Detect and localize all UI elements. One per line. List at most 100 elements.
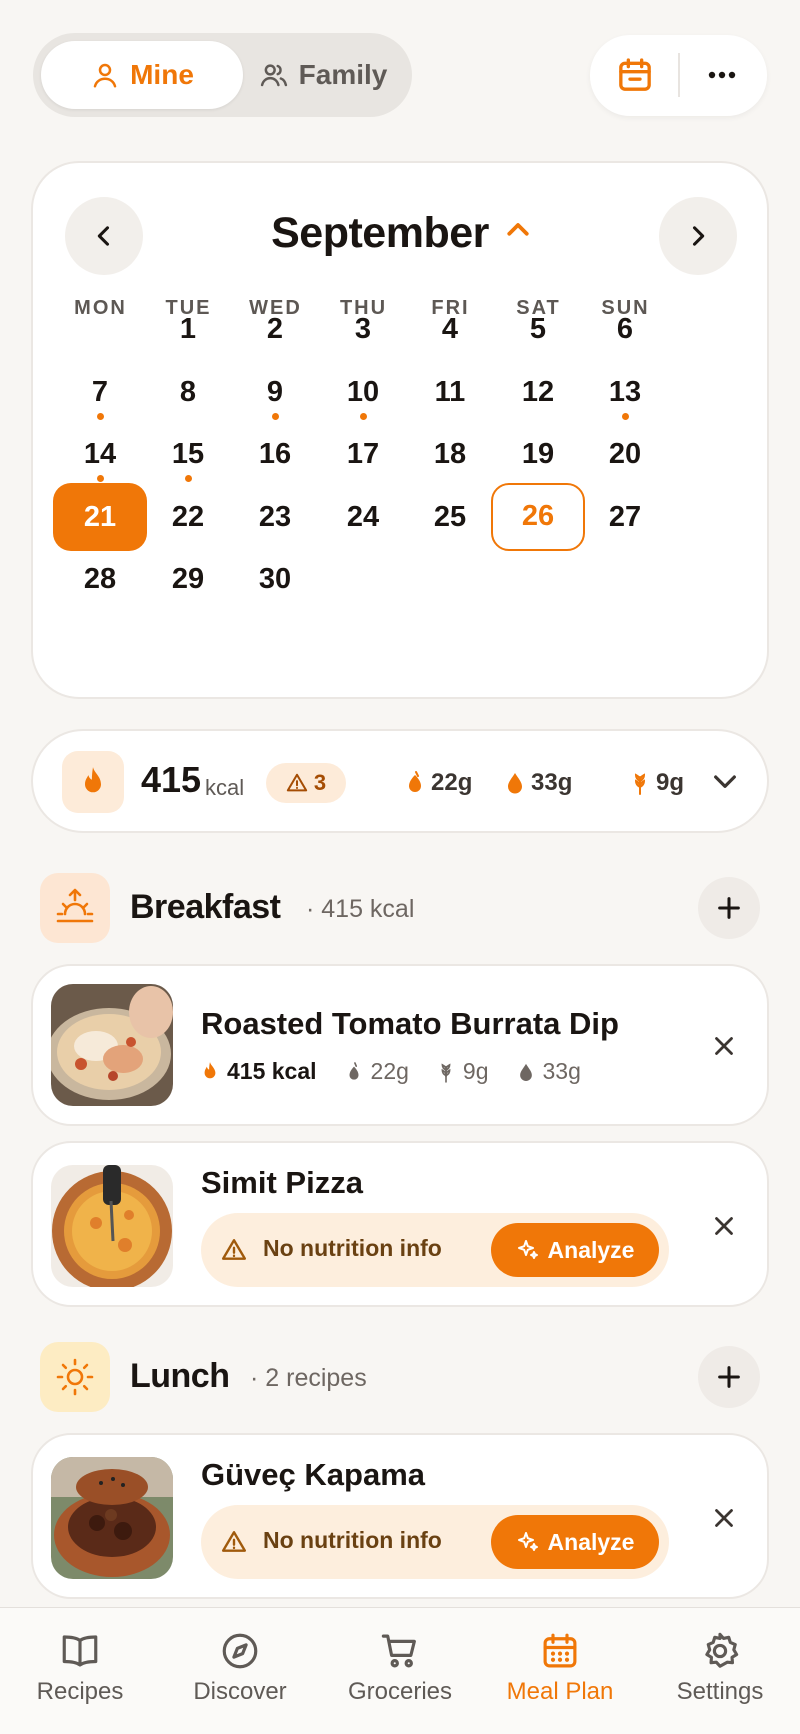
recipe-card[interactable]: Simit Pizza No nutrition info Analyze	[31, 1141, 769, 1307]
day-number: 24	[346, 501, 380, 533]
nutrition-summary[interactable]: 415 kcal 3 22g 33g 9g	[31, 729, 769, 833]
tab-meal-plan[interactable]: Meal Plan	[480, 1630, 640, 1706]
recipe-carbs-value: 9g	[462, 1058, 489, 1084]
recipe-thumbnail	[51, 1457, 173, 1579]
calendar-day[interactable]: 21	[53, 483, 147, 551]
sparkle-icon	[517, 1532, 538, 1551]
meal-indicator-dot	[97, 413, 104, 420]
sparkle-icon	[517, 1240, 538, 1259]
calendar-day[interactable]: 24	[316, 483, 410, 551]
day-number: 25	[433, 501, 467, 533]
calendar-day[interactable]: 9	[228, 358, 322, 426]
view-toggle: Mine Family	[33, 33, 412, 117]
nutrition-missing-banner: No nutrition info Analyze	[201, 1213, 669, 1287]
recipe-name: Güveç Kapama	[201, 1457, 425, 1492]
analyze-button[interactable]: Analyze	[491, 1515, 659, 1569]
calendar-icon[interactable]	[615, 55, 655, 95]
day-number: 26	[521, 500, 555, 532]
warning-badge[interactable]: 3	[266, 763, 346, 803]
next-month-button[interactable]	[659, 197, 737, 275]
analyze-button[interactable]: Analyze	[491, 1223, 659, 1277]
close-icon[interactable]	[709, 1211, 739, 1241]
total-kcal: 415	[141, 759, 202, 800]
calendar-day[interactable]: 7	[53, 358, 147, 426]
mine-tab[interactable]: Mine	[41, 41, 243, 109]
add-breakfast-button[interactable]	[698, 877, 760, 939]
month-label: September	[271, 209, 489, 257]
calendar-day[interactable]: 5	[491, 295, 585, 363]
calendar-day[interactable]: 10	[316, 358, 410, 426]
day-number: 9	[266, 376, 284, 408]
day-number: 1	[179, 313, 197, 345]
tab-recipes[interactable]: Recipes	[0, 1630, 160, 1706]
calendar-day[interactable]: 8	[141, 358, 235, 426]
day-number: 20	[608, 438, 642, 470]
calendar-day[interactable]: 6	[578, 295, 672, 363]
calendar-day[interactable]: 19	[491, 420, 585, 488]
recipe-protein: 22g	[345, 1058, 409, 1085]
day-number: 17	[346, 438, 380, 470]
calendar-day[interactable]: 12	[491, 358, 585, 426]
close-icon[interactable]	[709, 1031, 739, 1061]
family-tab[interactable]: Family	[243, 41, 403, 109]
day-number: 27	[608, 501, 642, 533]
recipe-kcal: 415 kcal	[201, 1058, 317, 1085]
people-icon	[260, 64, 287, 87]
calendar-day[interactable]: 25	[403, 483, 497, 551]
gear-icon	[705, 1632, 739, 1668]
calendar-day[interactable]: 20	[578, 420, 672, 488]
tab-groceries[interactable]: Groceries	[320, 1630, 480, 1706]
close-icon[interactable]	[709, 1503, 739, 1533]
calendar-day[interactable]: 17	[316, 420, 410, 488]
day-number: 6	[616, 313, 634, 345]
warning-count: 3	[313, 770, 327, 795]
divider	[678, 53, 680, 97]
add-lunch-button[interactable]	[698, 1346, 760, 1408]
day-number: 19	[521, 438, 555, 470]
calendar-day[interactable]: 1	[141, 295, 235, 363]
calendar-day[interactable]: 3	[316, 295, 410, 363]
day-number: 12	[521, 376, 555, 408]
calendar-day[interactable]: 2	[228, 295, 322, 363]
carbs-macro: 9g	[630, 763, 684, 803]
calendar-day[interactable]: 30	[228, 545, 322, 613]
recipe-card[interactable]: Roasted Tomato Burrata Dip 415 kcal 22g …	[31, 964, 769, 1126]
calendar-day[interactable]: 13	[578, 358, 672, 426]
sun-icon	[56, 1358, 94, 1396]
meal-indicator-dot	[360, 413, 367, 420]
tab-discover[interactable]: Discover	[160, 1630, 320, 1706]
recipe-card[interactable]: Güveç Kapama No nutrition info Analyze	[31, 1433, 769, 1599]
calendar-day[interactable]: 14	[53, 420, 147, 488]
recipe-name: Simit Pizza	[201, 1165, 363, 1200]
tab-settings[interactable]: Settings	[640, 1630, 800, 1706]
calendar-day[interactable]: 26	[491, 483, 585, 551]
calendar-day[interactable]: 27	[578, 483, 672, 551]
day-number: 28	[83, 563, 117, 595]
family-label: Family	[298, 59, 388, 90]
recipe-name: Roasted Tomato Burrata Dip	[201, 1006, 619, 1041]
calendar-day[interactable]: 28	[53, 545, 147, 613]
day-number: 7	[91, 376, 109, 408]
tab-label: Recipes	[36, 1678, 124, 1705]
lunch-title: Lunch	[130, 1357, 230, 1395]
flame-badge	[62, 751, 124, 813]
calendar-day[interactable]: 23	[228, 483, 322, 551]
day-number: 13	[608, 376, 642, 408]
calendar-day[interactable]: 16	[228, 420, 322, 488]
fat-value: 33g	[531, 769, 573, 796]
calendar-day[interactable]: 22	[141, 483, 235, 551]
calendar-day[interactable]: 11	[403, 358, 497, 426]
chevron-down-icon[interactable]	[709, 765, 741, 797]
recipe-thumbnail	[51, 984, 173, 1106]
sunrise-icon	[56, 888, 94, 923]
day-number: 16	[258, 438, 292, 470]
tab-label: Settings	[676, 1678, 764, 1705]
calendar-day[interactable]: 18	[403, 420, 497, 488]
book-icon	[62, 1635, 98, 1667]
more-icon[interactable]	[702, 55, 742, 95]
calendar-day[interactable]: 4	[403, 295, 497, 363]
cart-icon	[381, 1634, 416, 1668]
calendar-day[interactable]: 29	[141, 545, 235, 613]
compass-icon	[222, 1633, 258, 1669]
calendar-day[interactable]: 15	[141, 420, 235, 488]
